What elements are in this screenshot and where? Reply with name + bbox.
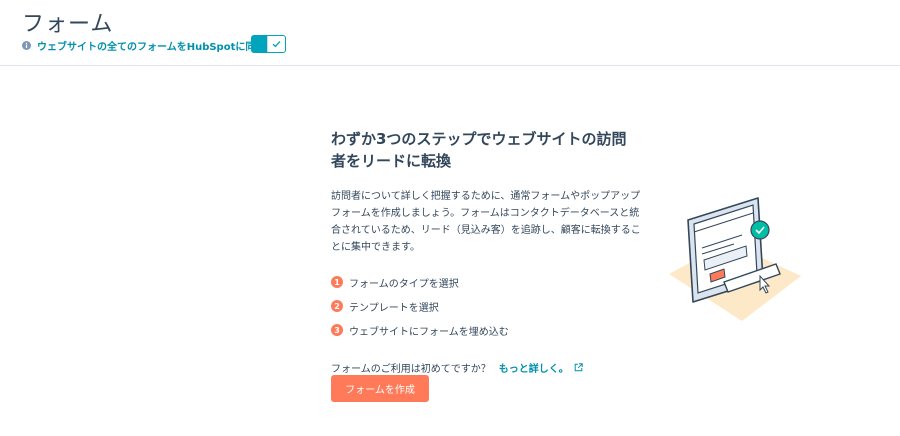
external-link-icon[interactable] [574,363,583,372]
step-item: 3 ウェブサイトにフォームを埋め込む [331,318,641,342]
step-item: 1 フォームのタイプを選択 [331,270,641,294]
learn-more-row: フォームのご利用は初めてですか？ もっと詳しく。 [331,360,641,375]
success-check-icon [750,220,770,240]
form-illustration [669,197,801,321]
sync-toggle[interactable] [251,35,286,53]
step-label: ウェブサイトにフォームを埋め込む [349,326,509,338]
step-item: 2 テンプレートを選択 [331,294,641,318]
step-label: フォームのタイプを選択 [349,278,459,290]
info-icon[interactable] [22,40,31,50]
steps-list: 1 フォームのタイプを選択 2 テンプレートを選択 3 ウェブサイトにフォームを… [331,270,641,342]
step-number-badge: 2 [331,300,343,312]
checkmark-icon [267,36,285,52]
page-header: フォーム ウェブサイトの全てのフォームをHubSpotに同期 [0,0,900,66]
create-form-button[interactable]: フォームを作成 [331,375,429,402]
learn-more-link[interactable]: もっと詳しく。 [499,360,569,375]
empty-state-description: 訪問者について詳しく把握するために、通常フォームやポップアップフォームを作成しま… [331,191,641,253]
step-number-badge: 1 [331,276,343,288]
sync-row: ウェブサイトの全てのフォームをHubSpotに同期 [22,36,265,54]
step-label: テンプレートを選択 [349,302,439,314]
empty-state-heading: わずか3つのステップでウェブサイトの訪問者をリードに転換 [331,130,627,170]
page-title: フォーム [22,12,114,37]
sync-label: ウェブサイトの全てのフォームをHubSpotに同期 [37,41,266,53]
step-number-badge: 3 [331,324,343,336]
empty-state: わずか3つのステップでウェブサイトの訪問者をリードに転換 訪問者について詳しく把… [331,128,641,375]
learn-more-prompt: フォームのご利用は初めてですか？ [331,364,491,375]
